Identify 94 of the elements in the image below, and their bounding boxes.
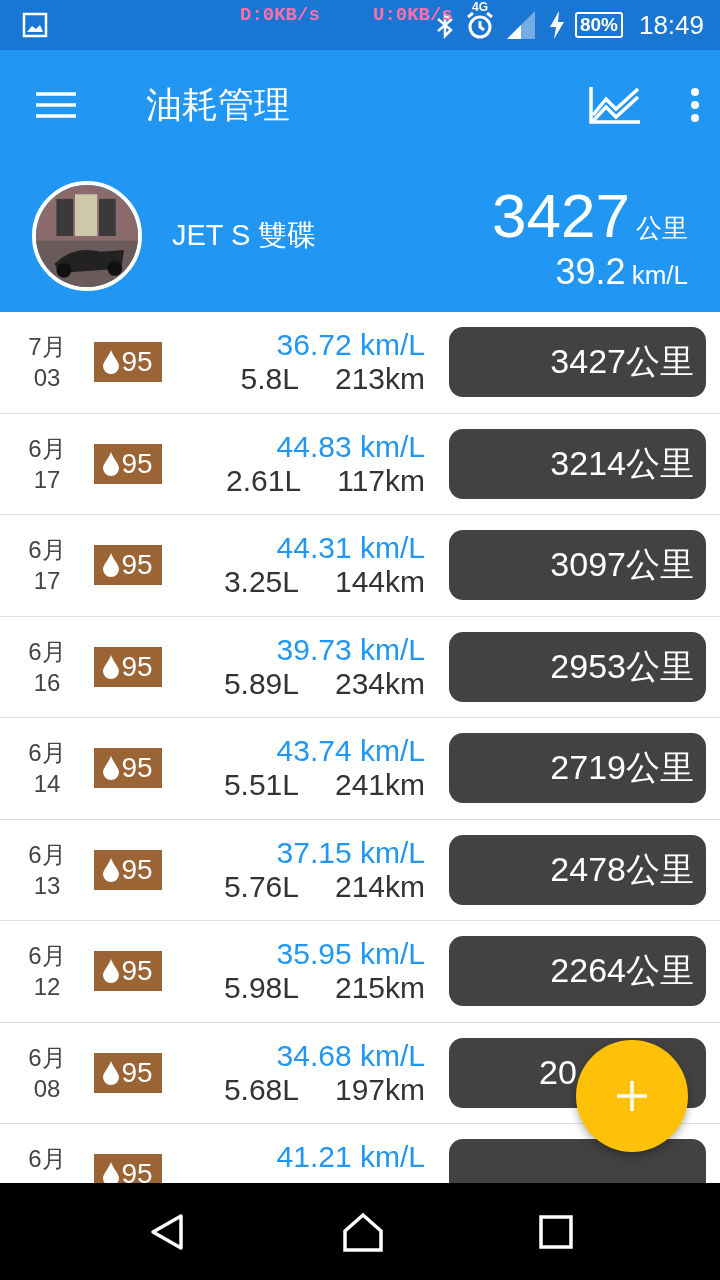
fuel-volume: 5.98L — [223, 971, 299, 1006]
drop-icon — [103, 1060, 120, 1085]
fuel-volume: 5.51L — [223, 768, 299, 803]
fuel-badge: 95 — [94, 342, 162, 383]
record-row[interactable]: 6月 17 95 44.31 km/L 3.25L 144km 3097公里 — [0, 515, 720, 617]
fuel-badge: 95 — [94, 748, 162, 789]
record-month: 6月 — [28, 433, 66, 464]
recents-icon[interactable] — [538, 1214, 573, 1249]
record-row[interactable]: 6月 16 95 39.73 km/L 5.89L 234km 2953公里 — [0, 616, 720, 718]
fuel-efficiency: 43.74 km/L — [276, 734, 425, 769]
alarm-icon — [464, 10, 495, 40]
trip-distance: 215km — [334, 971, 425, 1006]
upload-speed: U:0KB/s — [373, 4, 453, 26]
record-row[interactable]: 6月 14 95 43.74 km/L 5.51L 241km 2719公里 — [0, 718, 720, 820]
record-day: 12 — [33, 971, 61, 1003]
fuel-volume: 3.25L — [223, 565, 299, 600]
fuel-volume: 5.76L — [223, 869, 299, 904]
fuel-badge: 95 — [94, 443, 162, 484]
fuel-efficiency: 37.15 km/L — [276, 835, 425, 870]
fuel-efficiency: 41.21 km/L — [276, 1140, 425, 1175]
record-month: 6月 — [28, 1042, 66, 1073]
picture-icon — [22, 12, 48, 38]
more-icon[interactable] — [690, 88, 700, 122]
fuel-efficiency: 39.73 km/L — [276, 632, 425, 667]
app-title: 油耗管理 — [146, 82, 291, 127]
network-type: 4G — [472, 0, 488, 14]
record-day: 16 — [33, 666, 61, 698]
drop-icon — [103, 451, 120, 476]
fuel-badge: 95 — [94, 646, 162, 687]
drop-icon — [103, 654, 120, 679]
drop-icon — [103, 350, 120, 375]
odometer-pill: 2264公里 — [449, 936, 706, 1007]
fuel-volume: 5.68L — [223, 1072, 299, 1107]
drop-icon — [103, 959, 120, 984]
odometer-pill: 3097公里 — [449, 530, 706, 601]
record-day: 08 — [33, 1072, 61, 1104]
fuel-badge: 95 — [94, 545, 162, 586]
menu-icon[interactable] — [36, 91, 76, 119]
drop-icon — [103, 1162, 120, 1183]
record-month: 6月 — [28, 839, 66, 870]
fuel-efficiency: 44.31 km/L — [276, 531, 425, 566]
trip-distance: 197km — [334, 1072, 425, 1107]
fuel-volume: 5.89L — [223, 666, 299, 701]
fuel-volume: 5.8L — [240, 362, 299, 397]
drop-icon — [103, 553, 120, 578]
record-day: 17 — [33, 463, 61, 495]
fuel-badge: 95 — [94, 1052, 162, 1093]
odometer-unit: 公里 — [636, 211, 688, 245]
fuel-efficiency: 34.68 km/L — [276, 1038, 425, 1073]
fuel-badge: 95 — [94, 849, 162, 890]
trip-distance: 234km — [334, 666, 425, 701]
efficiency-unit: km/L — [631, 259, 688, 291]
download-speed: D:0KB/s — [240, 4, 320, 26]
record-day: 14 — [33, 768, 61, 800]
record-row[interactable]: 6月 12 95 35.95 km/L 5.98L 215km 2264公里 — [0, 921, 720, 1023]
home-icon[interactable] — [342, 1211, 384, 1252]
record-month: 6月 — [28, 1144, 66, 1175]
record-row[interactable]: 7月 03 95 36.72 km/L 5.8L 213km 3427公里 — [0, 312, 720, 414]
record-month: 7月 — [28, 332, 66, 363]
record-row[interactable]: 6月 17 95 44.83 km/L 2.61L 117km 3214公里 — [0, 413, 720, 515]
fuel-efficiency: 36.72 km/L — [276, 328, 425, 363]
average-efficiency: 39.2 — [555, 250, 626, 293]
trip-distance: 214km — [334, 869, 425, 904]
odometer-pill: 2719公里 — [449, 733, 706, 804]
drop-icon — [103, 756, 120, 781]
charging-icon — [548, 11, 565, 39]
vehicle-name: JET S 雙碟 — [172, 218, 318, 253]
line-chart-icon[interactable] — [588, 85, 642, 125]
record-day: 13 — [33, 869, 61, 901]
odometer-pill: 2953公里 — [449, 631, 706, 702]
record-month: 6月 — [28, 636, 66, 667]
clock: 18:49 — [638, 9, 704, 41]
record-row[interactable]: 6月 13 95 37.15 km/L 5.76L 214km 2478公里 — [0, 819, 720, 921]
record-month: 6月 — [28, 535, 66, 566]
odometer-pill: 2478公里 — [449, 834, 706, 905]
fuel-volume: 2.61L — [226, 463, 302, 498]
total-odometer: 3427 — [492, 179, 630, 251]
fuel-badge: 95 — [94, 1154, 162, 1183]
odometer-pill: 3214公里 — [449, 428, 706, 499]
record-month: 6月 — [28, 941, 66, 972]
fuel-efficiency: 35.95 km/L — [276, 937, 425, 972]
trip-distance: 144km — [334, 565, 425, 600]
trip-distance: 117km — [337, 463, 425, 498]
drop-icon — [103, 857, 120, 882]
trip-distance: 241km — [334, 768, 425, 803]
record-day: 17 — [33, 565, 61, 597]
odometer-pill: 3427公里 — [449, 327, 706, 398]
fuel-badge: 95 — [94, 951, 162, 992]
battery-level: 80% — [574, 12, 623, 38]
fuel-efficiency: 44.83 km/L — [276, 429, 425, 464]
plus-icon — [616, 1080, 648, 1112]
record-month: 6月 — [28, 738, 66, 769]
record-day: 03 — [33, 362, 61, 394]
trip-distance: 213km — [334, 362, 425, 397]
